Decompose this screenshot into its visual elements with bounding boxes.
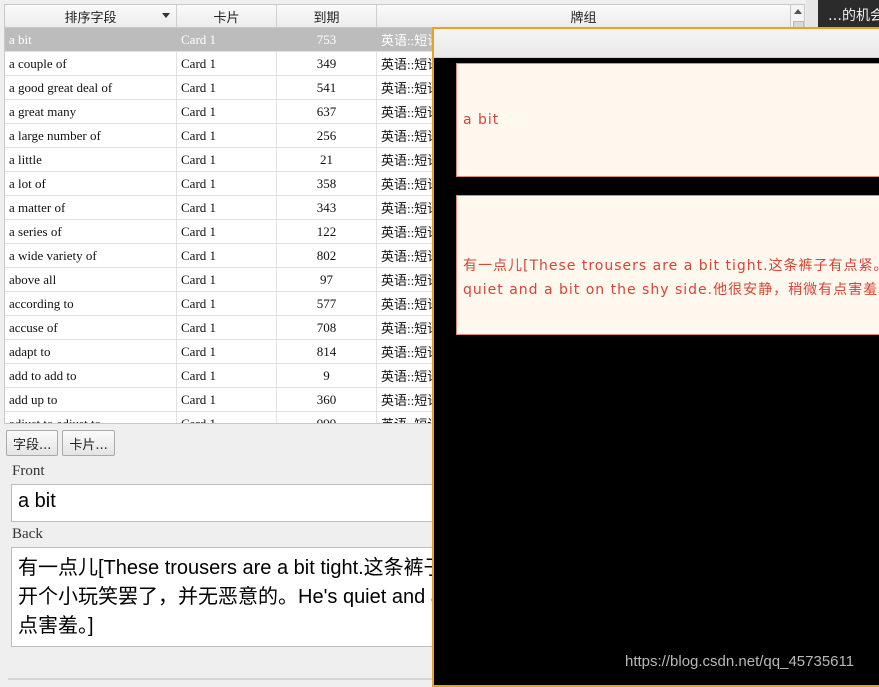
column-header-deck[interactable]: 牌组 [377,5,791,27]
scroll-up-arrow-icon[interactable] [794,9,802,14]
cell-card: Card 1 [177,388,277,411]
cell-card: Card 1 [177,172,277,195]
cell-card: Card 1 [177,196,277,219]
cell-sort-field: a couple of [5,52,177,75]
cell-card: Card 1 [177,316,277,339]
cell-sort-field: a series of [5,220,177,243]
cell-sort-field: a bit [5,28,177,51]
background-window-tab[interactable]: …的机会， [818,0,879,30]
cell-due: 541 [277,76,377,99]
cell-sort-field: a lot of [5,172,177,195]
preview-back-line: 有一点儿[These trousers are a bit tight.这条裤子… [463,258,879,274]
cell-sort-field: add up to [5,388,177,411]
back-field-label: Back [12,526,43,542]
preview-back-card: 有一点儿[These trousers are a bit tight.这条裤子… [456,195,879,335]
watermark-text: https://blog.csdn.net/qq_45735611 [625,653,855,670]
cell-sort-field: a little [5,148,177,171]
cell-due: 349 [277,52,377,75]
cell-card: Card 1 [177,52,277,75]
cell-sort-field: a great many [5,100,177,123]
preview-front-card: a bit [456,63,879,177]
cell-sort-field: adapt to [5,340,177,363]
cell-due: 97 [277,268,377,291]
cell-sort-field: according to [5,292,177,315]
column-header-due[interactable]: 到期 [277,5,377,27]
cell-due: 802 [277,244,377,267]
cell-due: 360 [277,388,377,411]
cell-sort-field: accuse of [5,316,177,339]
cell-card: Card 1 [177,148,277,171]
front-field-label: Front [12,463,45,479]
cell-card: Card 1 [177,28,277,51]
cell-sort-field: adjust to adjust to [5,412,177,423]
cell-sort-field: above all [5,268,177,291]
browser-button-row: 字段... 卡片... [6,430,115,456]
cards-button[interactable]: 卡片... [62,430,115,456]
cell-sort-field: a matter of [5,196,177,219]
cell-due: 21 [277,148,377,171]
preview-front-text: a bit [463,112,500,128]
cell-sort-field: add to add to [5,364,177,387]
cell-card: Card 1 [177,268,277,291]
cell-card: Card 1 [177,340,277,363]
cell-due: 343 [277,196,377,219]
column-header-sort-field[interactable]: 排序字段 [5,5,177,27]
column-header-card[interactable]: 卡片 [177,5,277,27]
cell-card: Card 1 [177,364,277,387]
cell-due: 814 [277,340,377,363]
cell-card: Card 1 [177,412,277,423]
cell-card: Card 1 [177,220,277,243]
card-preview-window: a bit 有一点儿[These trousers are a bit tigh… [432,27,879,687]
cell-due: 358 [277,172,377,195]
cell-due: 708 [277,316,377,339]
sort-arrow-icon [162,13,170,18]
cell-due: 256 [277,124,377,147]
cell-due: 9 [277,364,377,387]
cell-card: Card 1 [177,100,277,123]
preview-title-bar[interactable] [434,29,879,58]
cell-sort-field: a wide variety of [5,244,177,267]
cell-card: Card 1 [177,244,277,267]
cell-sort-field: a large number of [5,124,177,147]
cell-card: Card 1 [177,292,277,315]
fields-button[interactable]: 字段... [6,430,59,456]
cell-due: 753 [277,28,377,51]
table-header: 排序字段 卡片 到期 牌组 [5,5,791,28]
cell-due: 637 [277,100,377,123]
cell-due: 577 [277,292,377,315]
preview-back-line: quiet and a bit on the shy side.他很安静，稍微有… [463,282,879,298]
cell-sort-field: a good great deal of [5,76,177,99]
cell-due: 999 [277,412,377,423]
cell-card: Card 1 [177,124,277,147]
cell-due: 122 [277,220,377,243]
cell-card: Card 1 [177,76,277,99]
